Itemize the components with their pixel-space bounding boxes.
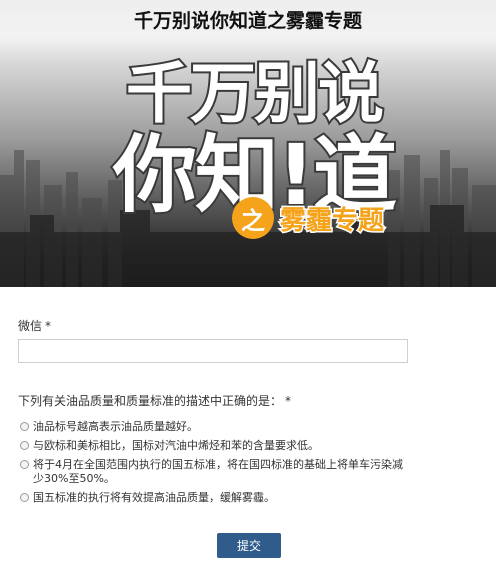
badge-circle-icon: 之 xyxy=(232,197,274,239)
banner-title: 千万别说你知道之雾霾专题 xyxy=(133,10,362,32)
option-label: 国五标准的执行将有效提高油品质量，缓解雾霾。 xyxy=(33,491,275,504)
answer-option[interactable]: 国五标准的执行将有效提高油品质量，缓解雾霾。 xyxy=(20,491,430,505)
question-label: 下列有关油品质量和质量标准的描述中正确的是： * xyxy=(18,392,291,409)
wechat-input[interactable] xyxy=(18,339,408,363)
radio-button-icon[interactable] xyxy=(20,493,29,502)
radio-button-icon[interactable] xyxy=(20,460,29,469)
answer-options: 油品标号越高表示油品质量越好。 与欧标和美标相比，国标对汽油中烯烃和苯的含量要求… xyxy=(20,420,430,510)
question-text: 下列有关油品质量和质量标准的描述中正确的是： xyxy=(18,394,283,408)
option-label: 将于4月在全国范围内执行的国五标准，将在国四标准的基础上将单车污染减少30%至5… xyxy=(33,458,403,485)
required-mark: * xyxy=(45,319,52,333)
submit-button[interactable]: 提交 xyxy=(217,533,281,558)
topic-badge: 之 雾霾专题 xyxy=(232,197,386,239)
badge-label: 雾霾专题 xyxy=(278,204,385,237)
answer-option[interactable]: 与欧标和美标相比，国标对汽油中烯烃和苯的含量要求低。 xyxy=(20,439,430,453)
hero-banner: 千万别说你知道之雾霾专题 千万别说 你知!道 之 雾霾专题 xyxy=(0,0,496,287)
option-label: 油品标号越高表示油品质量越好。 xyxy=(33,420,198,433)
answer-option[interactable]: 油品标号越高表示油品质量越好。 xyxy=(20,420,430,434)
answer-option[interactable]: 将于4月在全国范围内执行的国五标准，将在国四标准的基础上将单车污染减少30%至5… xyxy=(20,458,430,486)
radio-button-icon[interactable] xyxy=(20,422,29,431)
radio-button-icon[interactable] xyxy=(20,441,29,450)
wechat-label-text: 微信 xyxy=(18,319,43,333)
option-label: 与欧标和美标相比，国标对汽油中烯烃和苯的含量要求低。 xyxy=(33,439,319,452)
wechat-field-label: 微信 * xyxy=(18,317,51,334)
survey-form: 微信 * 下列有关油品质量和质量标准的描述中正确的是： * 油品标号越高表示油品质量… xyxy=(0,287,496,574)
question-required-mark: * xyxy=(285,394,292,408)
